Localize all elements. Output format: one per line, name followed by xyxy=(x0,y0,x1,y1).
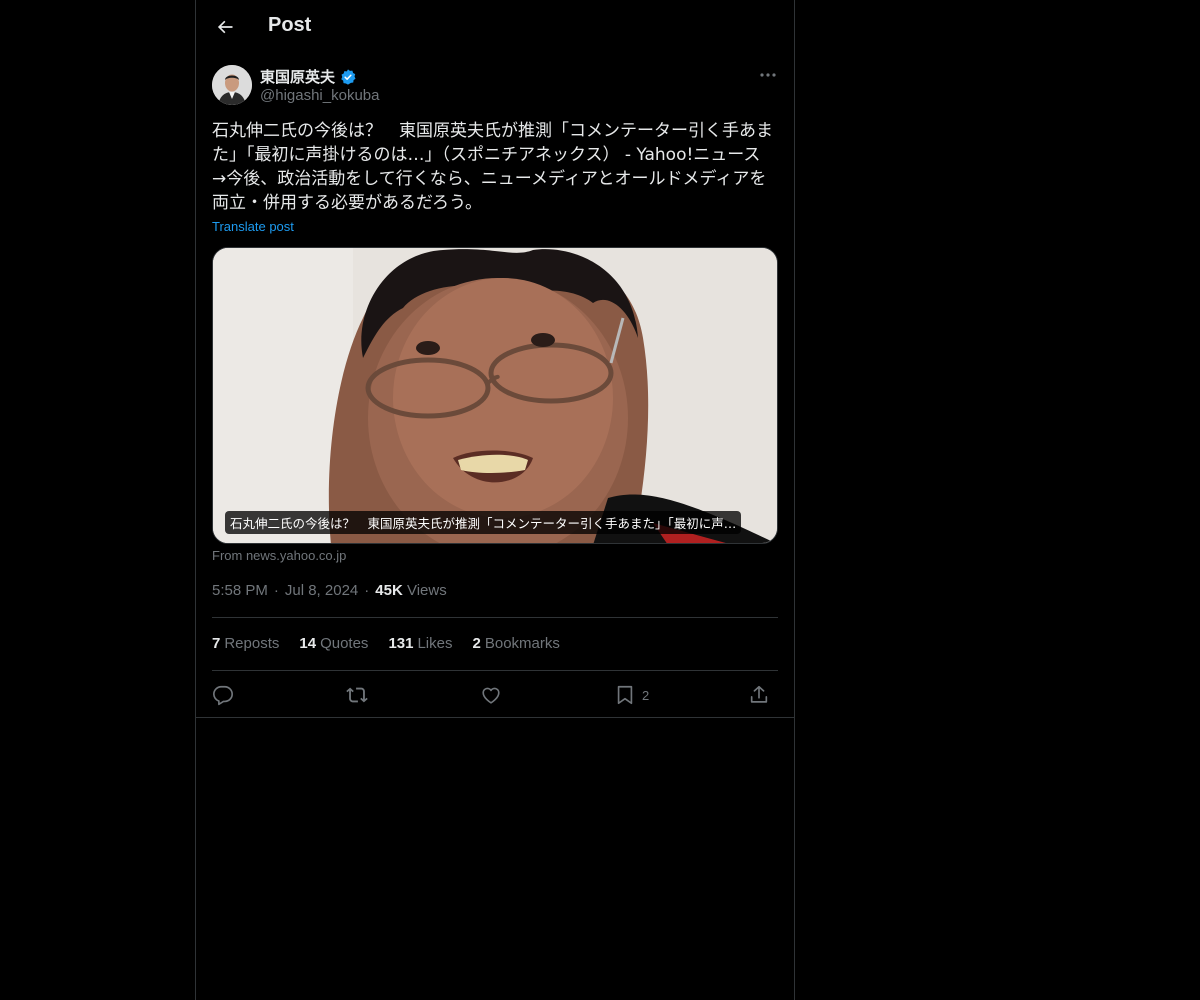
views-label: Views xyxy=(406,582,447,599)
card-caption: 石丸伸二氏の今後は？ 東国原英夫氏が推測「コメンテーター引く手あまた」「最初に声… xyxy=(225,511,742,534)
arrow-left-icon xyxy=(217,20,233,34)
translate-post-link[interactable]: Translate post xyxy=(212,219,294,234)
top-bar: Post xyxy=(196,0,794,54)
post-time[interactable]: 5:58 PM xyxy=(212,582,268,599)
author-handle[interactable]: @higashi_kokuba xyxy=(260,87,379,104)
post-column: Post 東国原英夫 @higashi_kokuba 石丸伸二氏の今後は？ 東国… xyxy=(195,0,795,1000)
author-name[interactable]: 東国原英夫 xyxy=(260,66,357,87)
more-dots-icon xyxy=(760,73,776,77)
verified-badge-icon xyxy=(341,68,356,85)
card-source: From news.yahoo.co.jp xyxy=(212,548,347,563)
card-image xyxy=(213,248,777,543)
page-title: Post xyxy=(268,14,312,36)
post-text: 石丸伸二氏の今後は？ 東国原英夫氏が推測「コメンテーター引く手あまた」「最初に声… xyxy=(212,121,773,213)
bookmark-icon xyxy=(617,685,633,705)
divider xyxy=(212,670,778,671)
action-bar: 2 xyxy=(212,683,778,707)
engagement-stats: 7 Reposts 14 Quotes 131 Likes 2 Bookmarks xyxy=(212,635,560,652)
views: 45K Views xyxy=(375,582,446,599)
post-meta: 5:58 PM · Jul 8, 2024 · 45K Views xyxy=(212,582,447,599)
more-options-button[interactable] xyxy=(754,64,782,86)
share-button[interactable] xyxy=(748,683,770,707)
share-icon xyxy=(750,685,768,703)
link-card[interactable]: 石丸伸二氏の今後は？ 東国原英夫氏が推測「コメンテーター引く手あまた」「最初に声… xyxy=(212,247,778,544)
bookmark-button[interactable]: 2 xyxy=(614,683,649,707)
views-count: 45K xyxy=(375,582,403,599)
stat-quotes[interactable]: 14 Quotes xyxy=(299,635,368,652)
back-button[interactable] xyxy=(208,10,242,44)
reply-button[interactable] xyxy=(212,683,234,707)
reply-icon xyxy=(213,685,233,706)
meta-separator: · xyxy=(364,582,370,599)
bookmark-count: 2 xyxy=(642,687,650,703)
avatar-image xyxy=(212,65,252,105)
meta-separator: · xyxy=(273,582,279,599)
author-display-name: 東国原英夫 xyxy=(260,69,336,86)
repost-button[interactable] xyxy=(346,683,368,707)
divider xyxy=(212,617,778,618)
post-date[interactable]: Jul 8, 2024 xyxy=(285,582,358,599)
stat-reposts[interactable]: 7 Reposts xyxy=(212,635,279,652)
repost-icon xyxy=(346,687,368,703)
avatar[interactable] xyxy=(212,65,252,105)
stat-likes[interactable]: 131 Likes xyxy=(388,635,452,652)
stat-bookmarks[interactable]: 2 Bookmarks xyxy=(473,635,560,652)
like-button[interactable] xyxy=(480,683,502,707)
divider xyxy=(196,717,794,718)
heart-icon xyxy=(482,687,500,704)
